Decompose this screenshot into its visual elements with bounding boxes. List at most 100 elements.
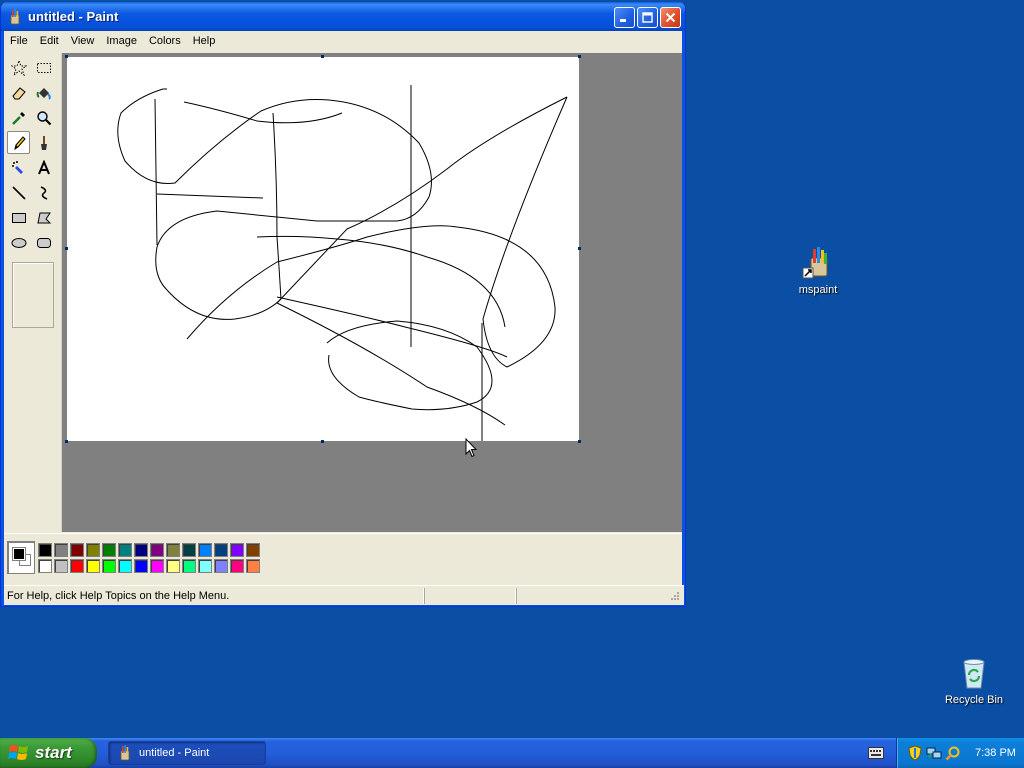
paint-window: untitled - Paint File Edit View Image Co… [0, 2, 686, 607]
menu-file[interactable]: File [4, 35, 34, 47]
minimize-icon [620, 19, 626, 22]
color-swatch[interactable] [86, 543, 100, 557]
pick-color-icon [11, 111, 25, 125]
taskbar-item-paint[interactable]: untitled - Paint [108, 741, 266, 765]
menu-bar: File Edit View Image Colors Help [4, 31, 682, 51]
tool-ellipse[interactable] [7, 231, 30, 254]
tool-pencil[interactable] [7, 131, 30, 154]
close-button[interactable] [660, 7, 681, 28]
start-button[interactable]: start [0, 738, 97, 768]
tool-eraser[interactable] [7, 81, 30, 104]
keyboard-icon[interactable] [868, 747, 884, 759]
minimize-button[interactable] [614, 7, 635, 28]
paint-title-icon [7, 8, 23, 25]
tool-fill[interactable] [32, 81, 55, 104]
color-swatch[interactable] [38, 559, 52, 573]
color-swatch[interactable] [38, 543, 52, 557]
line-icon [11, 185, 26, 200]
airbrush-icon [11, 160, 23, 174]
desktop-icon-label: mspaint [798, 284, 838, 296]
menu-colors[interactable]: Colors [143, 35, 187, 47]
recycle-bin-icon [957, 656, 991, 690]
color-swatch[interactable] [198, 559, 212, 573]
maximize-button[interactable] [637, 7, 658, 28]
color-swatch[interactable] [230, 559, 244, 573]
status-coordinates [424, 587, 516, 604]
tool-text[interactable] [32, 156, 55, 179]
color-swatch[interactable] [214, 559, 228, 573]
color-swatch[interactable] [134, 543, 148, 557]
maximize-icon [642, 12, 653, 23]
color-swatch[interactable] [150, 543, 164, 557]
tool-brush[interactable] [32, 131, 55, 154]
search-icon[interactable] [945, 745, 961, 761]
taskbar: start untitled - Paint 7:38 PM [0, 738, 1024, 768]
desktop-icon-mspaint[interactable]: mspaint [778, 246, 858, 296]
color-swatch[interactable] [150, 559, 164, 573]
color-swatch[interactable] [118, 543, 132, 557]
title-bar[interactable]: untitled - Paint [1, 2, 685, 31]
tool-rounded-rectangle[interactable] [32, 231, 55, 254]
color-swatch[interactable] [86, 559, 100, 573]
resize-handle [321, 55, 324, 58]
color-swatch[interactable] [166, 559, 180, 573]
tool-select[interactable] [32, 56, 55, 79]
color-swatch[interactable] [246, 543, 260, 557]
select-icon [36, 62, 51, 73]
security-shield-icon[interactable] [907, 745, 923, 761]
tool-line[interactable] [7, 181, 30, 204]
color-swatch[interactable] [134, 559, 148, 573]
color-swatch[interactable] [70, 543, 84, 557]
toolbox [4, 53, 61, 531]
tool-curve[interactable] [32, 181, 55, 204]
resize-handle[interactable] [321, 440, 324, 443]
color-swatch[interactable] [54, 559, 68, 573]
color-palette [4, 533, 682, 581]
tool-magnifier[interactable] [32, 106, 55, 129]
color-swatch[interactable] [182, 543, 196, 557]
color-swatch[interactable] [70, 559, 84, 573]
close-icon [665, 12, 676, 23]
tool-airbrush[interactable] [7, 156, 30, 179]
color-swatch[interactable] [102, 543, 116, 557]
menu-edit[interactable]: Edit [34, 35, 65, 47]
tool-options-box[interactable] [12, 262, 54, 328]
color-swatch[interactable] [182, 559, 196, 573]
color-swatch[interactable] [198, 543, 212, 557]
color-swatch[interactable] [246, 559, 260, 573]
text-icon [37, 159, 50, 174]
menu-view[interactable]: View [65, 35, 101, 47]
color-swatch[interactable] [230, 543, 244, 557]
status-bar: For Help, click Help Topics on the Help … [4, 585, 684, 605]
network-icon[interactable] [926, 745, 942, 761]
system-tray: 7:38 PM [896, 738, 1024, 768]
color-swatch[interactable] [166, 543, 180, 557]
color-swatch[interactable] [118, 559, 132, 573]
resize-handle [65, 247, 68, 250]
size-grip-icon[interactable] [668, 590, 680, 602]
tool-polygon[interactable] [32, 206, 55, 229]
color-swatch[interactable] [214, 543, 228, 557]
color-swatch[interactable] [54, 543, 68, 557]
clock[interactable]: 7:38 PM [975, 747, 1016, 759]
resize-handle[interactable] [578, 247, 581, 250]
menu-image[interactable]: Image [100, 35, 143, 47]
rounded-rectangle-icon [36, 237, 51, 248]
drawing-canvas[interactable] [65, 55, 581, 443]
tool-free-form-select[interactable] [7, 56, 30, 79]
desktop-icon-recycle-bin[interactable]: Recycle Bin [934, 656, 1014, 706]
start-label: start [35, 743, 72, 762]
color-swatch[interactable] [102, 559, 116, 573]
tool-rectangle[interactable] [7, 206, 30, 229]
tool-pick-color[interactable] [7, 106, 30, 129]
paint-app-icon [801, 246, 835, 280]
status-text: For Help, click Help Topics on the Help … [7, 589, 230, 602]
resize-handle[interactable] [578, 440, 581, 443]
window-title: untitled - Paint [28, 9, 119, 24]
menu-help[interactable]: Help [187, 35, 222, 47]
resize-handle [65, 440, 68, 443]
brush-icon [40, 135, 47, 150]
foreground-color [12, 547, 26, 561]
mouse-cursor-icon [465, 438, 477, 458]
status-size [516, 587, 666, 604]
